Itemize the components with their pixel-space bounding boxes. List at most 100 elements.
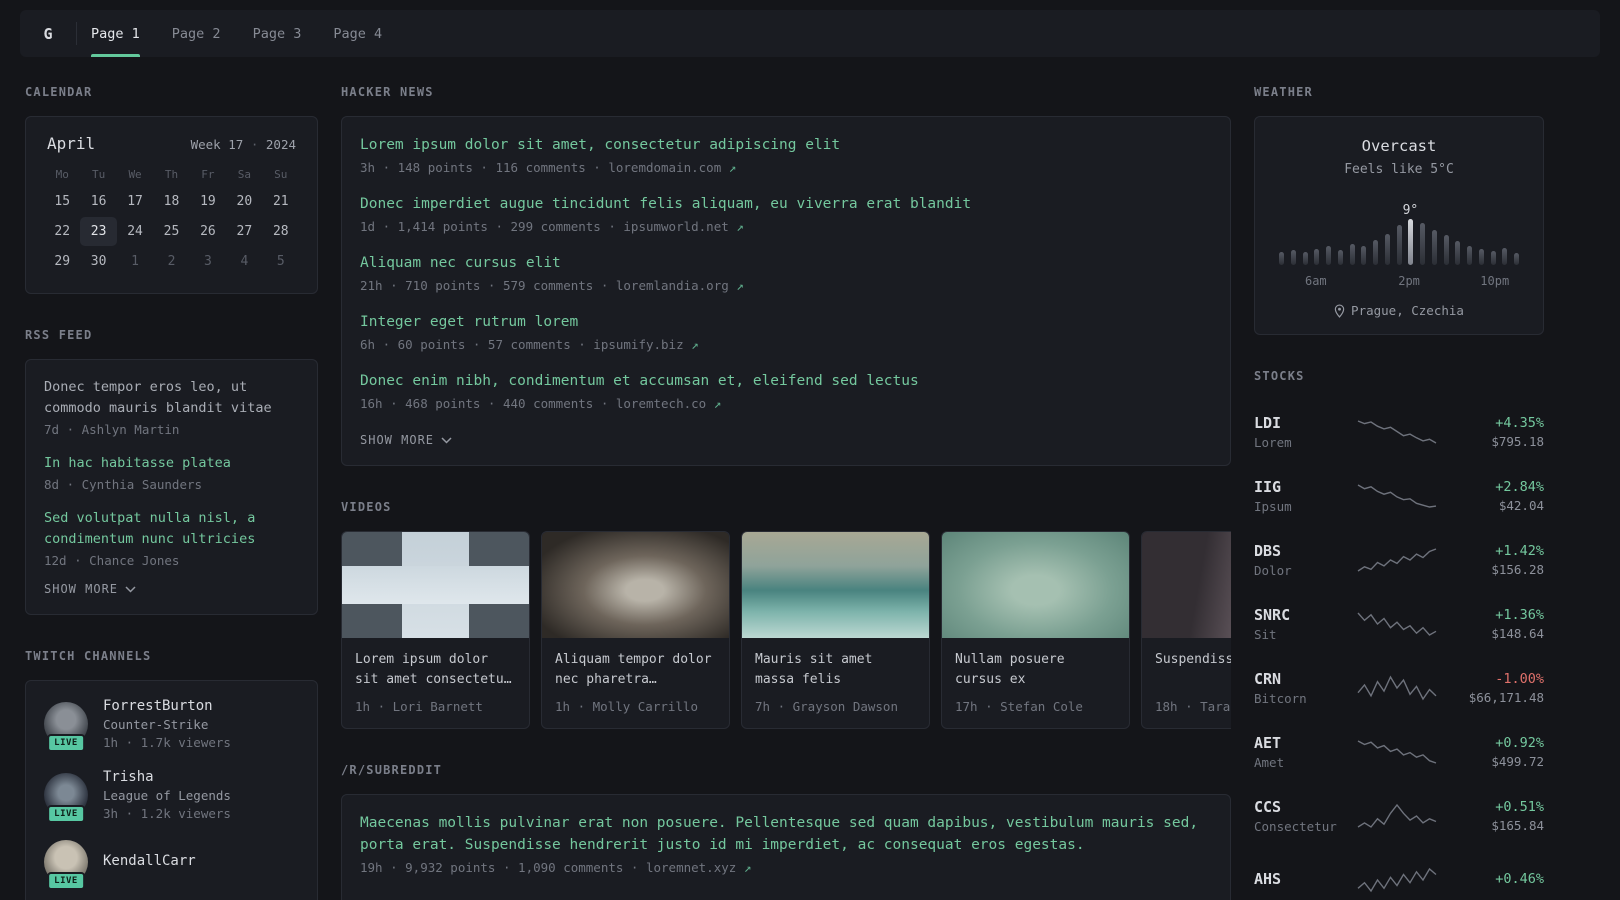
calendar-week-label: Week 17 (190, 137, 244, 152)
stocks-widget-title: STOCKS (1254, 369, 1305, 383)
weather-bar (1349, 244, 1355, 265)
video-thumbnail[interactable] (342, 532, 529, 638)
tab-page-4[interactable]: Page 4 (333, 10, 382, 57)
stock-symbol: IIG (1254, 478, 1282, 496)
weather-bar (1514, 253, 1519, 265)
hn-meta-text: 3h · 148 points · 116 comments · loremdo… (360, 160, 722, 175)
calendar-dow: We (128, 168, 142, 181)
stock-change: +0.92% (1495, 735, 1544, 751)
rss-item-title[interactable]: Sed volutpat nulla nisl, a condimentum n… (44, 508, 299, 550)
channel-meta: 1h · 1.7k viewers (103, 735, 231, 750)
hn-item-title[interactable]: Donec imperdiet augue tincidunt felis al… (360, 193, 1212, 215)
rss-item-title[interactable]: In hac habitasse platea (44, 453, 299, 474)
weather-bar (1467, 246, 1472, 265)
weather-bar (1431, 230, 1437, 265)
calendar-year: 2024 (265, 137, 296, 152)
rss-item: Sed volutpat nulla nisl, a condimentum n… (44, 508, 299, 568)
video-thumbnail[interactable] (1142, 532, 1231, 638)
hn-item-title[interactable]: Lorem ipsum dolor sit amet, consectetur … (360, 134, 1212, 156)
calendar-dow: Tu (92, 168, 106, 181)
tab-page-1[interactable]: Page 1 (91, 10, 140, 57)
app-logo[interactable]: G (20, 10, 76, 57)
video-title[interactable]: Nullam posuere cursus ex (955, 650, 1116, 690)
reddit-post: Maecenas mollis pulvinar erat non posuer… (360, 812, 1212, 875)
video-title[interactable]: Lorem ipsum dolor sit amet consectetu… (355, 650, 516, 690)
video-card[interactable]: Lorem ipsum dolor sit amet consectetu… 1… (341, 531, 530, 729)
stock-row[interactable]: CRN Bitcorn -1.00% $66,171.48 (1254, 656, 1544, 720)
stock-sparkline (1346, 737, 1448, 767)
show-more-label: SHOW MORE (44, 582, 119, 596)
rss-item-meta: 7d · Ashlyn Martin (44, 422, 180, 437)
rss-widget-title: RSS FEED (25, 328, 93, 342)
stock-row[interactable]: CCS Consectetur +0.51% $165.84 (1254, 784, 1544, 848)
external-link-icon[interactable]: ↗ (729, 160, 737, 175)
hn-item-title[interactable]: Integer eget rutrum lorem (360, 311, 1212, 333)
weather-bar (1302, 252, 1308, 265)
weather-bar (1279, 252, 1284, 265)
video-thumbnail[interactable] (942, 532, 1129, 638)
weather-bar-chart (1279, 203, 1519, 265)
stock-symbol: CCS (1254, 798, 1282, 816)
video-card[interactable]: Suspendisse diam 18h · Tara (1141, 531, 1231, 729)
external-link-icon[interactable]: ↗ (744, 860, 752, 875)
video-card[interactable]: Mauris sit amet massa felis 7h · Grayson… (741, 531, 930, 729)
calendar-grid: Mo Tu We Th Fr Sa Su 15 16 17 18 19 20 2… (44, 161, 299, 276)
stock-sparkline (1346, 609, 1448, 639)
reddit-post-title[interactable]: Maecenas mollis pulvinar erat non posuer… (360, 812, 1212, 856)
stock-row[interactable]: LDI Lorem +4.35% $795.18 (1254, 400, 1544, 464)
calendar-day-next-month: 5 (276, 254, 285, 269)
calendar-week: Week 17 · 2024 (191, 137, 296, 152)
video-title[interactable]: Mauris sit amet massa felis (755, 650, 916, 690)
stock-change: +0.51% (1495, 799, 1544, 815)
stock-price: $499.72 (1491, 754, 1544, 769)
twitch-channel[interactable]: LIVE ForrestBurton Counter-Strike 1h · 1… (44, 698, 299, 752)
video-thumbnail[interactable] (742, 532, 929, 638)
calendar-day: 19 (200, 194, 216, 209)
stock-row[interactable]: IIG Ipsum +2.84% $42.04 (1254, 464, 1544, 528)
tab-page-2[interactable]: Page 2 (172, 10, 221, 57)
rss-item-meta: 12d · Chance Jones (44, 553, 180, 568)
twitch-channel[interactable]: LIVE Trisha League of Legends 3h · 1.2k … (44, 769, 299, 823)
video-meta: 17h · Stefan Cole (955, 699, 1083, 714)
stock-symbol: AET (1254, 734, 1282, 752)
video-card[interactable]: Nullam posuere cursus ex 17h · Stefan Co… (941, 531, 1130, 729)
weather-location-text: Prague, Czechia (1351, 303, 1464, 318)
stock-row[interactable]: SNRC Sit +1.36% $148.64 (1254, 592, 1544, 656)
weather-card: Overcast Feels like 5°C 9° 6am 2pm 10pm … (1254, 116, 1544, 335)
rss-show-more-button[interactable]: SHOW MORE (44, 582, 136, 596)
channel-name: ForrestBurton (103, 698, 213, 714)
twitch-widget: TWITCH CHANNELS LIVE ForrestBurton Count… (25, 649, 318, 900)
calendar-day: 26 (200, 224, 216, 239)
tab-page-3[interactable]: Page 3 (253, 10, 302, 57)
hn-show-more-button[interactable]: SHOW MORE (360, 433, 452, 447)
video-thumbnail[interactable] (542, 532, 729, 638)
video-title[interactable]: Suspendisse diam (1155, 650, 1231, 690)
external-link-icon[interactable]: ↗ (691, 337, 699, 352)
middle-column: HACKER NEWS Lorem ipsum dolor sit amet, … (341, 85, 1231, 900)
weather-condition: Overcast (1361, 137, 1437, 155)
stock-symbol: CRN (1254, 670, 1282, 688)
video-card[interactable]: Aliquam tempor dolor nec pharetra… 1h · … (541, 531, 730, 729)
stock-row[interactable]: AET Amet +0.92% $499.72 (1254, 720, 1544, 784)
rss-item-title[interactable]: Donec tempor eros leo, ut commodo mauris… (44, 377, 299, 419)
hn-item: Donec enim nibh, condimentum et accumsan… (360, 370, 1212, 411)
hn-item-title[interactable]: Donec enim nibh, condimentum et accumsan… (360, 370, 1212, 392)
stock-sparkline (1346, 417, 1448, 447)
stock-row[interactable]: DBS Dolor +1.42% $156.28 (1254, 528, 1544, 592)
external-link-icon[interactable]: ↗ (714, 396, 722, 411)
twitch-channel[interactable]: LIVE KendallCarr (44, 840, 299, 890)
weather-time-label: 6am (1304, 274, 1327, 288)
external-link-icon[interactable]: ↗ (736, 278, 744, 293)
calendar-dow: Th (164, 168, 179, 181)
weather-bar (1502, 248, 1508, 265)
video-title[interactable]: Aliquam tempor dolor nec pharetra… (555, 650, 716, 690)
hn-item-title[interactable]: Aliquam nec cursus elit (360, 252, 1212, 274)
video-meta: 1h · Lori Barnett (355, 699, 483, 714)
stock-row[interactable]: AHS +0.46% (1254, 848, 1544, 900)
stock-name: Amet (1254, 755, 1285, 770)
weather-bar (1396, 225, 1402, 265)
nav-divider (76, 22, 77, 45)
external-link-icon[interactable]: ↗ (736, 219, 744, 234)
weather-bar (1490, 251, 1496, 265)
stock-name: Lorem (1254, 435, 1292, 450)
